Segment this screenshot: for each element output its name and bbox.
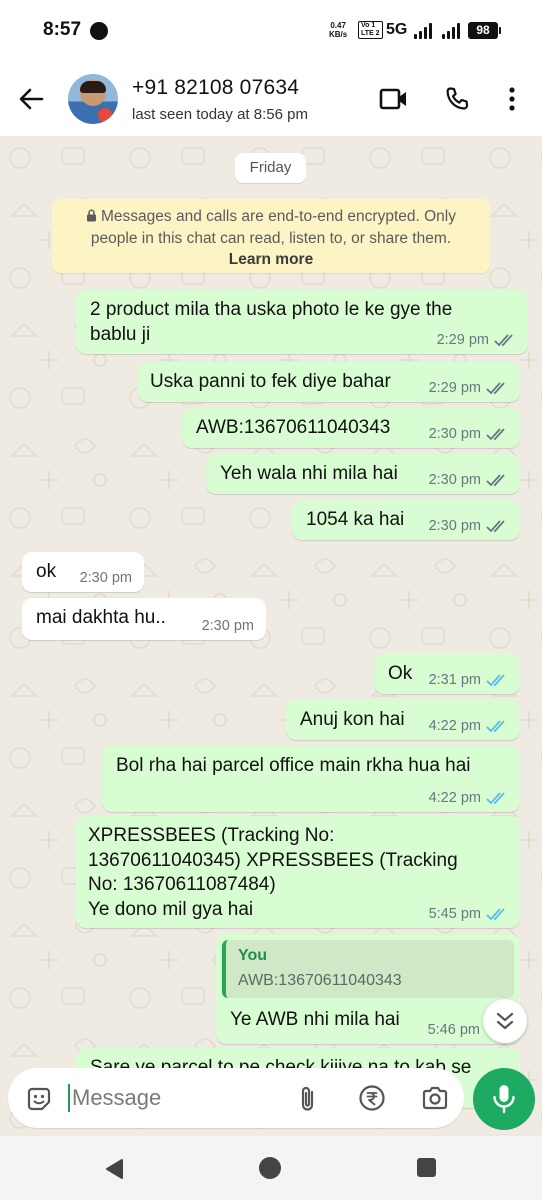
message-time: 2:31 pm — [428, 672, 481, 688]
message-time: 2:30 pm — [201, 618, 254, 634]
lock-icon — [86, 207, 97, 228]
double-chevron-down-icon — [496, 1012, 514, 1030]
message-outgoing[interactable]: Ok 2:31 pm — [374, 654, 520, 694]
contact-name[interactable]: +91 82108 07634 — [132, 76, 299, 100]
nav-recents-icon[interactable] — [417, 1158, 436, 1177]
more-options-icon[interactable] — [508, 87, 516, 116]
message-time: 4:22 pm — [428, 718, 481, 734]
message-incoming[interactable]: mai dakhta hu.. 2:30 pm — [22, 598, 266, 640]
encryption-notice[interactable]: Messages and calls are end-to-end encryp… — [52, 199, 490, 273]
message-outgoing[interactable]: 1054 ka hai 2:30 pm — [292, 500, 520, 540]
delivered-ticks-icon — [486, 474, 505, 487]
message-outgoing-reply[interactable]: You AWB:13670611040343 Ye AWB nhi mila h… — [216, 934, 520, 1044]
message-time: 5:46 pm — [427, 1022, 480, 1038]
read-ticks-icon — [486, 720, 505, 733]
date-chip: Friday — [235, 153, 306, 183]
delivered-ticks-icon — [494, 334, 513, 347]
status-time: 8:57 — [43, 19, 82, 40]
status-bar: 8:57 0.47 KB/s Vo 1 LTE 2 5G 98 — [0, 0, 542, 62]
voice-message-button[interactable] — [473, 1068, 535, 1130]
message-time: 2:29 pm — [428, 380, 481, 396]
message-outgoing[interactable]: AWB:13670611040343 2:30 pm — [182, 408, 520, 448]
message-time: 2:30 pm — [428, 518, 481, 534]
chat-header: +91 82108 07634 last seen today at 8:56 … — [0, 62, 542, 136]
message-time: 2:30 pm — [428, 426, 481, 442]
microphone-icon — [493, 1085, 515, 1114]
message-outgoing[interactable]: Anuj kon hai 4:22 pm — [286, 700, 520, 740]
last-seen-status: last seen today at 8:56 pm — [132, 106, 308, 123]
avatar[interactable] — [68, 74, 118, 124]
battery-icon: 98 — [468, 22, 501, 39]
read-ticks-icon — [486, 908, 505, 921]
nav-back-icon[interactable] — [104, 1158, 124, 1185]
message-time: 2:30 pm — [79, 570, 132, 586]
message-input[interactable] — [68, 1084, 268, 1112]
rupee-payment-icon[interactable] — [358, 1084, 386, 1117]
delivered-ticks-icon — [486, 382, 505, 395]
message-outgoing[interactable]: Yeh wala nhi mila hai 2:30 pm — [206, 454, 520, 494]
message-time: 2:29 pm — [436, 332, 489, 348]
signal-icon — [442, 23, 464, 39]
quoted-message[interactable]: You AWB:13670611040343 — [222, 940, 514, 998]
learn-more-link[interactable]: Learn more — [64, 249, 478, 270]
message-outgoing[interactable]: Uska panni to fek diye bahar 2:29 pm — [138, 362, 520, 402]
sticker-icon[interactable] — [25, 1085, 53, 1118]
video-call-icon[interactable] — [379, 86, 409, 117]
voice-call-icon[interactable] — [444, 86, 470, 117]
quote-text: AWB:13670611040343 — [238, 972, 402, 989]
message-time: 5:45 pm — [428, 906, 481, 922]
message-outgoing[interactable]: XPRESSBEES (Tracking No: 13670611040345)… — [76, 816, 520, 928]
back-arrow-icon[interactable] — [16, 84, 46, 114]
message-incoming[interactable]: ok 2:30 pm — [22, 552, 144, 592]
message-time: 2:30 pm — [428, 472, 481, 488]
delivered-ticks-icon — [486, 428, 505, 441]
encryption-notice-line1: Messages and calls are end-to-end encryp… — [64, 206, 478, 228]
message-outgoing[interactable]: Bol rha hai parcel office main rkha hua … — [102, 746, 520, 812]
signal-icon — [414, 23, 436, 39]
scroll-to-bottom-button[interactable] — [483, 999, 527, 1043]
read-ticks-icon — [486, 674, 505, 687]
notification-dot-icon — [90, 22, 108, 40]
volte-badge: Vo 1 LTE 2 — [358, 21, 383, 39]
chat-area[interactable]: Friday Messages and calls are end-to-end… — [0, 136, 542, 1136]
delivered-ticks-icon — [486, 520, 505, 533]
network-type: 5G — [386, 21, 408, 38]
nav-home-icon[interactable] — [259, 1157, 281, 1179]
network-speed: 0.47 KB/s — [329, 21, 348, 39]
camera-icon[interactable] — [421, 1085, 449, 1116]
message-outgoing[interactable]: 2 product mila tha uska photo le ke gye … — [76, 290, 528, 354]
encryption-notice-line2: people in this chat can read, listen to,… — [90, 230, 452, 247]
quote-author: You — [238, 947, 268, 964]
read-ticks-icon — [486, 792, 505, 805]
message-composer — [8, 1068, 464, 1128]
attach-icon[interactable] — [296, 1084, 320, 1119]
system-navigation-bar — [0, 1136, 542, 1200]
message-time: 4:22 pm — [428, 790, 481, 806]
